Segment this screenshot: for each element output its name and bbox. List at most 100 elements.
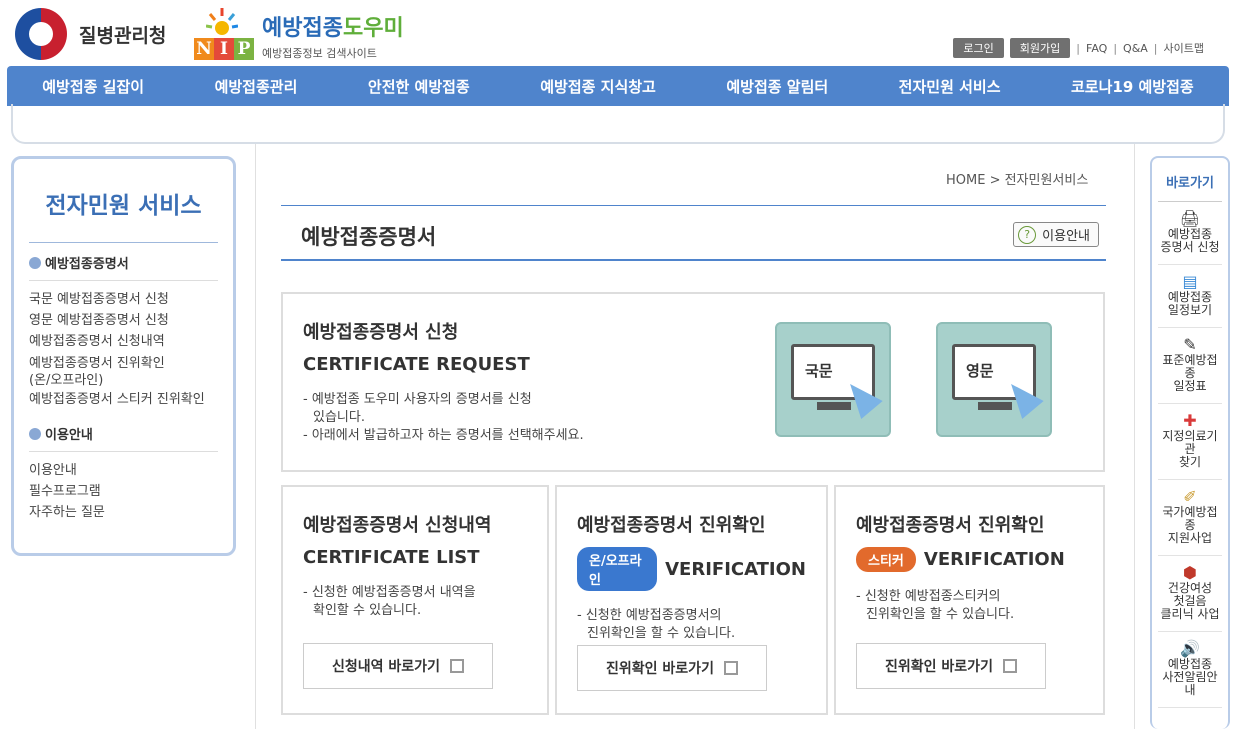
verify-sticker-link-button[interactable]: 진위확인 바로가기: [856, 643, 1046, 689]
nav-item-covid19[interactable]: 코로나19 예방접종: [1071, 76, 1194, 97]
korean-label: 국문: [805, 362, 833, 380]
card-eng-title: CERTIFICATE LIST: [303, 547, 480, 568]
quick-item-standard-schedule[interactable]: ✎ 표준예방접종 일정표: [1158, 328, 1222, 404]
nav-item-guide[interactable]: 예방접종 길잡이: [42, 76, 144, 97]
sidebar-item-sticker[interactable]: 예방접종증명서 스티커 진위확인: [29, 389, 218, 410]
nav-item-management[interactable]: 예방접종관리: [215, 76, 298, 97]
divider: |: [1153, 41, 1158, 55]
monitor-stand: [817, 402, 851, 410]
divider: [1134, 144, 1135, 729]
taegeuk-emblem-icon: [15, 8, 67, 60]
sitemap-link[interactable]: 사이트맵: [1164, 40, 1204, 56]
quick-item-certificate[interactable]: 🖨 예방접종 증명서 신청: [1158, 202, 1222, 265]
sidebar-item-verify-sub[interactable]: (온/오프라인): [29, 372, 218, 389]
card-description: - 신청한 예방접종증명서 내역을 확인할 수 있습니다.: [303, 584, 527, 620]
qa-link[interactable]: Q&A: [1123, 42, 1148, 55]
nip-letter-i: I: [214, 38, 234, 60]
first-aid-box-icon: ⬢: [1183, 563, 1197, 582]
sidebar-group-certificate[interactable]: 예방접종증명서: [29, 253, 218, 281]
card-verify-sticker: 예방접종증명서 진위확인 스티커 VERIFICATION - 신청한 예방접종스…: [834, 485, 1105, 715]
sidebar-group-info[interactable]: 이용안내: [29, 424, 218, 452]
nav-item-safety[interactable]: 안전한 예방접종: [368, 76, 470, 97]
hospital-cross-icon: ✚: [1183, 411, 1197, 430]
quick-menu: 바로가기 🖨 예방접종 증명서 신청 ▤ 예방접종 일정보기 ✎ 표준예방접종 일정표 ✚ 지…: [1150, 156, 1230, 729]
quick-label: 지원사업: [1167, 531, 1213, 545]
quick-label: 국가예방접종: [1162, 505, 1218, 532]
divider: |: [1113, 41, 1118, 55]
utility-menu: 로그인 회원가입 | FAQ | Q&A | 사이트맵: [953, 38, 1204, 58]
link-label: 신청내역 바로가기: [332, 659, 440, 675]
card-desc-line: - 신청한 예방접종증명서 내역을: [303, 585, 476, 600]
external-link-icon: [723, 661, 738, 675]
quick-label: 일정보기: [1167, 303, 1213, 317]
quick-menu-title: 바로가기: [1158, 172, 1222, 202]
sidebar-item-verify[interactable]: 예방접종증명서 진위확인: [29, 355, 218, 372]
site-name: 예방접종도우미: [262, 10, 404, 42]
nip-logo[interactable]: N I P: [190, 6, 256, 60]
join-button[interactable]: 회원가입: [1009, 38, 1071, 58]
help-button[interactable]: ? 이용안내: [1013, 222, 1099, 247]
sub-nav-panel: [11, 104, 1225, 144]
request-panel: 예방접종증명서 신청 CERTIFICATE REQUEST - 예방접종 도우…: [281, 292, 1105, 472]
faq-link[interactable]: FAQ: [1086, 42, 1107, 55]
card-desc-line: 진위확인을 할 수 있습니다.: [587, 626, 736, 641]
english-label: 영문: [966, 362, 994, 380]
kdca-logo[interactable]: 질병관리청: [15, 8, 166, 60]
sidebar-list-info: 이용안내 필수프로그램 자주하는 질문: [29, 460, 218, 523]
quick-item-notification[interactable]: 🔊 예방접종 사전알림안내: [1158, 632, 1222, 708]
nav-item-knowledge[interactable]: 예방접종 지식창고: [540, 76, 656, 97]
sidebar-title: 전자민원 서비스: [29, 186, 218, 243]
sidebar-item-kr-request[interactable]: 국문 예방접종증명서 신청: [29, 289, 218, 310]
quick-label: 찾기: [1178, 455, 1202, 469]
card-title: 예방접종증명서 진위확인: [856, 515, 1045, 536]
sidebar-item-history[interactable]: 예방접종증명서 신청내역: [29, 331, 218, 352]
site-subtitle: 예방접종정보 검색사이트: [262, 47, 377, 60]
card-desc-line: - 신청한 예방접종스티커의: [856, 589, 1001, 604]
site-name-part-b: 도우미: [342, 16, 404, 41]
site-brand[interactable]: 예방접종도우미 예방접종정보 검색사이트: [262, 10, 404, 61]
card-title: 예방접종증명서 신청내역: [303, 515, 492, 536]
quick-item-clinic-search[interactable]: ✚ 지정의료기관 찾기: [1158, 404, 1222, 480]
quick-item-women-health[interactable]: ⬢ 건강여성 첫걸음 클리닉 사업: [1158, 556, 1222, 632]
page-title: 예방접종증명서: [301, 225, 437, 249]
sidebar-item-guide[interactable]: 이용안내: [29, 460, 218, 481]
breadcrumb: HOME > 전자민원서비스: [946, 173, 1089, 188]
page-title-bar: 예방접종증명서 ? 이용안내: [281, 205, 1106, 261]
quick-label: 일정표: [1173, 379, 1207, 393]
sidebar-item-faq[interactable]: 자주하는 질문: [29, 502, 218, 523]
printer-icon: 🖨: [1179, 209, 1201, 228]
bullet-icon: [29, 256, 41, 269]
divider: |: [1076, 41, 1080, 55]
bullet-icon: [29, 427, 41, 440]
sidebar: 전자민원 서비스 예방접종증명서 국문 예방접종증명서 신청 영문 예방접종증명…: [11, 156, 236, 556]
nav-item-e-service[interactable]: 전자민원 서비스: [899, 76, 1001, 97]
korean-certificate-button[interactable]: 국문: [775, 322, 891, 437]
verify-online-link-button[interactable]: 진위확인 바로가기: [577, 645, 767, 691]
quick-item-national-program[interactable]: ✐ 국가예방접종 지원사업: [1158, 480, 1222, 556]
history-link-button[interactable]: 신청내역 바로가기: [303, 643, 493, 689]
card-desc-line: 확인할 수 있습니다.: [313, 603, 422, 618]
speaker-icon: 🔊: [1180, 639, 1200, 658]
sidebar-item-programs[interactable]: 필수프로그램: [29, 481, 218, 502]
question-icon: ?: [1018, 225, 1037, 244]
english-certificate-button[interactable]: 영문: [936, 322, 1052, 437]
site-name-part-a: 예방접종: [262, 16, 343, 41]
external-link-icon: [449, 659, 464, 673]
nav-item-notice[interactable]: 예방접종 알림터: [726, 76, 828, 97]
card-desc-line: 진위확인을 할 수 있습니다.: [866, 607, 1015, 622]
nip-letter-p: P: [234, 38, 254, 60]
sticker-badge: 스티커: [856, 547, 916, 572]
sidebar-item-en-request[interactable]: 영문 예방접종증명서 신청: [29, 310, 218, 331]
quick-item-schedule[interactable]: ▤ 예방접종 일정보기: [1158, 265, 1222, 328]
login-button[interactable]: 로그인: [953, 38, 1004, 58]
quick-label: 사전알림안내: [1162, 670, 1218, 697]
card-desc-line: - 신청한 예방접종증명서의: [577, 608, 722, 623]
card-description: - 신청한 예방접종스티커의 진위확인을 할 수 있습니다.: [856, 588, 1083, 624]
agency-name: 질병관리청: [79, 24, 167, 47]
monitor-stand: [978, 402, 1012, 410]
calendar-icon: ▤: [1182, 272, 1198, 291]
card-description: - 신청한 예방접종증명서의 진위확인을 할 수 있습니다.: [577, 607, 806, 643]
document-pen-icon: ✐: [1183, 487, 1197, 506]
card-list: 예방접종증명서 신청내역 CERTIFICATE LIST - 신청한 예방접종…: [281, 485, 549, 715]
card-eng-label: VERIFICATION: [923, 549, 1065, 570]
